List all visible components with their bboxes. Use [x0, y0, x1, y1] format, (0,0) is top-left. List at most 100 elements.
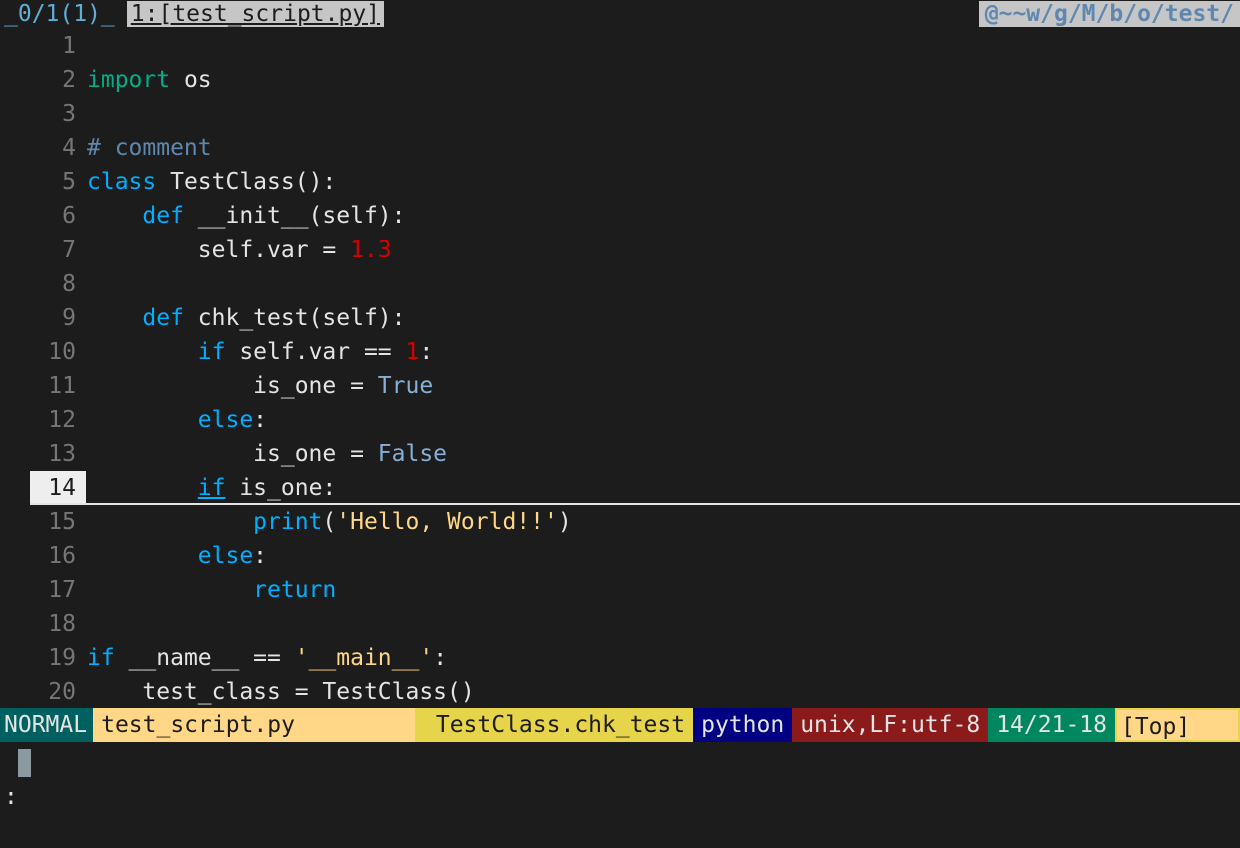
code-text: def __init__(self): — [87, 199, 405, 233]
code-text: import os — [87, 63, 212, 97]
code-line[interactable]: 19 if __name__ == '__main__': — [0, 641, 1240, 675]
code-token: def — [142, 305, 184, 331]
line-number: 17 — [48, 577, 76, 603]
code-line[interactable]: 18 — [0, 607, 1240, 641]
line-number: 15 — [48, 509, 76, 535]
code-token: if — [197, 339, 226, 365]
code-token: __name__ == — [114, 645, 295, 671]
code-line[interactable]: 15 print('Hello, World!!') — [0, 505, 1240, 539]
code-token: self.var == — [225, 339, 406, 365]
status-scroll-position: [Top] — [1114, 708, 1240, 742]
code-text: is_one = True — [87, 369, 433, 403]
code-token: is_one = — [87, 373, 378, 399]
code-token: : — [253, 407, 268, 433]
text-cursor — [18, 749, 31, 777]
working-directory-path: @~~w/g/M/b/o/test/ — [978, 0, 1240, 27]
code-token: test_class = TestClass() — [87, 679, 475, 705]
code-token: is_one: — [225, 475, 337, 501]
code-token: self.var = — [87, 237, 351, 263]
code-token: False — [377, 441, 448, 467]
status-current-function: TestClass.chk_test — [415, 708, 694, 742]
line-number: 20 — [48, 679, 76, 705]
line-number: 12 — [48, 407, 76, 433]
code-token: 1 — [405, 339, 420, 365]
code-token: True — [377, 373, 434, 399]
code-text: # comment — [87, 131, 212, 165]
code-text: if __name__ == '__main__': — [87, 641, 447, 675]
code-line[interactable]: 9 def chk_test(self): — [0, 301, 1240, 335]
line-number: 18 — [48, 611, 76, 637]
code-token: ) — [557, 509, 572, 535]
editor-pane[interactable]: 1 2 import os 3 4 # comment 5 class TestClass()… — [0, 29, 1240, 707]
code-line[interactable]: 8 — [0, 267, 1240, 301]
code-line[interactable]: 13 is_one = False — [0, 437, 1240, 471]
code-line[interactable]: 5 class TestClass(): — [0, 165, 1240, 199]
code-token: '__main__' — [294, 645, 434, 671]
code-token: def — [142, 203, 184, 229]
code-line[interactable]: 16 else: — [0, 539, 1240, 573]
code-token: is_one = — [87, 441, 378, 467]
code-line[interactable]: 12 else: — [0, 403, 1240, 437]
code-line[interactable]: 11 is_one = True — [0, 369, 1240, 403]
line-number: 2 — [62, 67, 76, 93]
code-text: if is_one: — [87, 471, 336, 505]
tab-current-file[interactable]: 1:[test_script.py] — [126, 0, 385, 27]
line-number: 1 — [62, 33, 76, 59]
line-number: 16 — [48, 543, 76, 569]
code-line[interactable]: 20 test_class = TestClass() — [0, 675, 1240, 707]
line-number: 19 — [48, 645, 76, 671]
line-number: 8 — [62, 271, 76, 297]
status-filetype: python — [693, 708, 793, 742]
code-token: os — [170, 67, 212, 93]
line-number: 14 — [48, 475, 76, 501]
code-line[interactable]: 17 return — [0, 573, 1240, 607]
command-prompt: : — [4, 784, 18, 810]
code-token: import — [87, 67, 171, 93]
code-token: else — [197, 407, 254, 433]
code-line[interactable]: 3 — [0, 97, 1240, 131]
buffer-indicator[interactable]: _0/1(1)_ — [0, 1, 119, 27]
line-number: 7 — [62, 237, 76, 263]
code-line[interactable]: 2 import os — [0, 63, 1240, 97]
code-token: class — [87, 169, 157, 195]
code-text: def chk_test(self): — [87, 301, 406, 335]
line-number: 10 — [48, 339, 76, 365]
line-number: 6 — [62, 203, 76, 229]
code-text: return — [87, 573, 336, 607]
status-cursor-position: 14/21-18 — [988, 708, 1115, 742]
line-number: 4 — [62, 135, 76, 161]
mode-indicator: NORMAL — [0, 708, 94, 742]
code-text: if self.var == 1: — [87, 335, 433, 369]
command-line[interactable]: : — [0, 746, 1240, 810]
line-number: 11 — [48, 373, 76, 399]
code-line[interactable]: 1 — [0, 29, 1240, 63]
statusline: NORMAL test_script.py TestClass.chk_test… — [0, 708, 1240, 742]
code-token: # comment — [87, 135, 212, 161]
code-line[interactable]: 4 # comment — [0, 131, 1240, 165]
line-number: 9 — [62, 305, 76, 331]
status-filename: test_script.py — [93, 708, 416, 742]
code-line[interactable]: 10 if self.var == 1: — [0, 335, 1240, 369]
code-text: else: — [87, 403, 267, 437]
code-token: : — [419, 339, 434, 365]
tabline: _0/1(1)_ 1:[test_script.py] @~~w/g/M/b/o… — [0, 0, 1240, 27]
code-line[interactable]: 7 self.var = 1.3 — [0, 233, 1240, 267]
line-number: 13 — [48, 441, 76, 467]
code-token: TestClass(): — [156, 169, 337, 195]
line-number: 5 — [62, 169, 76, 195]
code-token: if — [197, 475, 226, 501]
code-token: print — [253, 509, 323, 535]
code-token: if — [87, 645, 115, 671]
code-token: chk_test(self): — [183, 305, 406, 331]
code-text: class TestClass(): — [87, 165, 336, 199]
code-line[interactable]: 6 def __init__(self): — [0, 199, 1240, 233]
line-number: 3 — [62, 101, 76, 127]
code-line[interactable]: 14 if is_one: — [0, 471, 1240, 505]
